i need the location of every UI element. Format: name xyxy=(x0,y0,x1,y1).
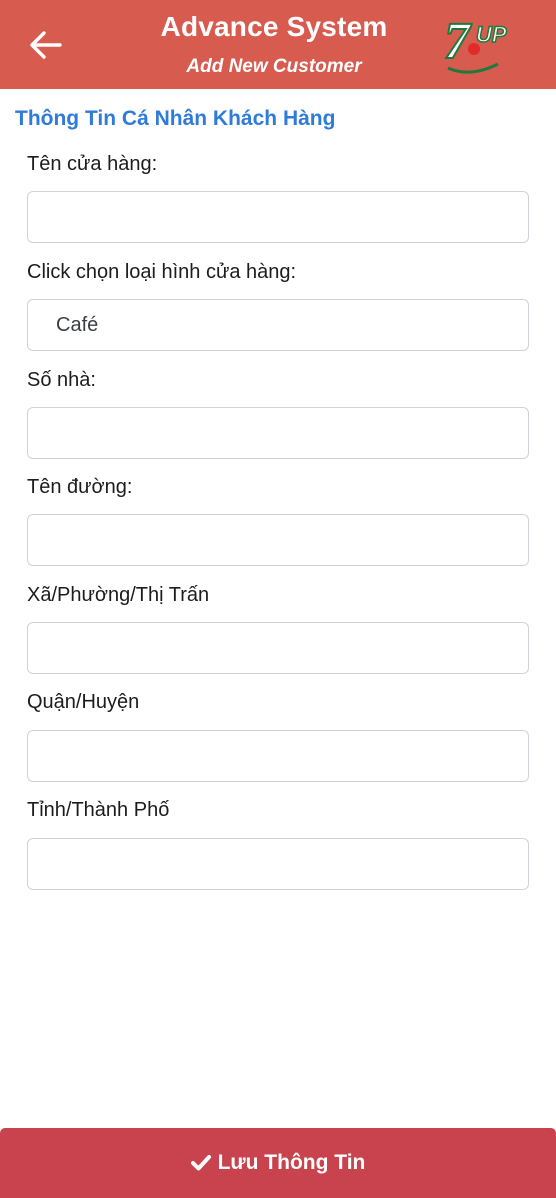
house-number-input[interactable] xyxy=(27,407,529,459)
district-input[interactable] xyxy=(27,730,529,782)
store-type-label: Click chọn loại hình cửa hàng: xyxy=(27,261,297,283)
street-name-label: Tên đường: xyxy=(27,476,133,498)
save-button[interactable]: Lưu Thông Tin xyxy=(0,1128,556,1198)
store-type-select[interactable]: Café xyxy=(27,299,529,351)
brand-logo: 7 UP xyxy=(443,12,508,74)
save-button-label: Lưu Thông Tin xyxy=(217,1151,366,1174)
store-name-input[interactable] xyxy=(27,191,529,243)
province-label: Tỉnh/Thành Phố xyxy=(27,799,170,821)
street-name-input[interactable] xyxy=(27,514,529,566)
app-header: Advance System Add New Customer 7 UP xyxy=(0,0,556,89)
svg-text:7: 7 xyxy=(444,13,472,70)
house-number-label: Số nhà: xyxy=(27,369,96,391)
ward-label: Xã/Phường/Thị Trấn xyxy=(27,584,210,606)
district-label: Quận/Huyện xyxy=(27,691,140,713)
section-title: Thông Tin Cá Nhân Khách Hàng xyxy=(15,107,336,130)
ward-input[interactable] xyxy=(27,622,529,674)
check-icon xyxy=(190,1154,211,1172)
store-name-label: Tên cửa hàng: xyxy=(27,153,158,175)
svg-text:UP: UP xyxy=(476,22,507,47)
province-input[interactable] xyxy=(27,838,529,890)
